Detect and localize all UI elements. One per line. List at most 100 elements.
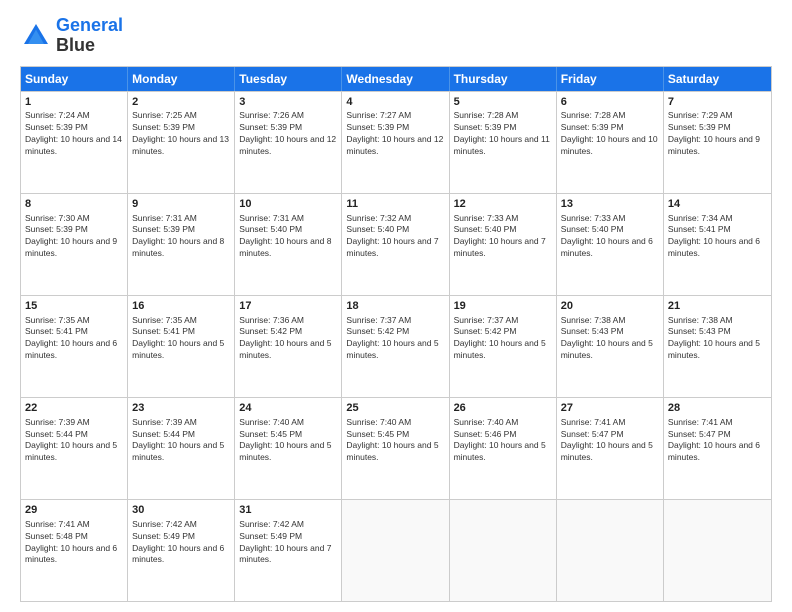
day-info: Sunrise: 7:27 AM Sunset: 5:39 PM Dayligh… bbox=[346, 110, 444, 158]
sunset-label: Sunset: 5:41 PM bbox=[25, 326, 88, 336]
sunset-label: Sunset: 5:49 PM bbox=[132, 531, 195, 541]
daylight-label: Daylight: 10 hours and 6 minutes. bbox=[668, 236, 760, 258]
day-number: 11 bbox=[346, 197, 444, 212]
calendar-cell: 19 Sunrise: 7:37 AM Sunset: 5:42 PM Dayl… bbox=[450, 296, 557, 397]
sunrise-label: Sunrise: 7:39 AM bbox=[25, 417, 90, 427]
sunset-label: Sunset: 5:39 PM bbox=[25, 224, 88, 234]
day-info: Sunrise: 7:39 AM Sunset: 5:44 PM Dayligh… bbox=[25, 417, 123, 465]
calendar-cell: 10 Sunrise: 7:31 AM Sunset: 5:40 PM Dayl… bbox=[235, 194, 342, 295]
day-info: Sunrise: 7:31 AM Sunset: 5:39 PM Dayligh… bbox=[132, 213, 230, 261]
day-number: 4 bbox=[346, 95, 444, 110]
daylight-label: Daylight: 10 hours and 5 minutes. bbox=[25, 440, 117, 462]
daylight-label: Daylight: 10 hours and 5 minutes. bbox=[239, 440, 331, 462]
sunset-label: Sunset: 5:39 PM bbox=[454, 122, 517, 132]
daylight-label: Daylight: 10 hours and 11 minutes. bbox=[454, 134, 550, 156]
day-info: Sunrise: 7:42 AM Sunset: 5:49 PM Dayligh… bbox=[132, 519, 230, 567]
sunset-label: Sunset: 5:39 PM bbox=[239, 122, 302, 132]
calendar-cell: 31 Sunrise: 7:42 AM Sunset: 5:49 PM Dayl… bbox=[235, 500, 342, 601]
calendar-cell: 30 Sunrise: 7:42 AM Sunset: 5:49 PM Dayl… bbox=[128, 500, 235, 601]
sunset-label: Sunset: 5:45 PM bbox=[239, 429, 302, 439]
day-number: 10 bbox=[239, 197, 337, 212]
day-number: 27 bbox=[561, 401, 659, 416]
sunset-label: Sunset: 5:39 PM bbox=[25, 122, 88, 132]
calendar-cell: 18 Sunrise: 7:37 AM Sunset: 5:42 PM Dayl… bbox=[342, 296, 449, 397]
sunrise-label: Sunrise: 7:35 AM bbox=[132, 315, 197, 325]
day-info: Sunrise: 7:26 AM Sunset: 5:39 PM Dayligh… bbox=[239, 110, 337, 158]
calendar-week-row: 1 Sunrise: 7:24 AM Sunset: 5:39 PM Dayli… bbox=[21, 91, 771, 193]
calendar-week-row: 22 Sunrise: 7:39 AM Sunset: 5:44 PM Dayl… bbox=[21, 397, 771, 499]
sunset-label: Sunset: 5:41 PM bbox=[132, 326, 195, 336]
day-number: 17 bbox=[239, 299, 337, 314]
day-info: Sunrise: 7:40 AM Sunset: 5:45 PM Dayligh… bbox=[239, 417, 337, 465]
sunrise-label: Sunrise: 7:31 AM bbox=[132, 213, 197, 223]
day-info: Sunrise: 7:34 AM Sunset: 5:41 PM Dayligh… bbox=[668, 213, 767, 261]
day-number: 24 bbox=[239, 401, 337, 416]
calendar-cell: 29 Sunrise: 7:41 AM Sunset: 5:48 PM Dayl… bbox=[21, 500, 128, 601]
daylight-label: Daylight: 10 hours and 5 minutes. bbox=[668, 338, 760, 360]
calendar-cell: 7 Sunrise: 7:29 AM Sunset: 5:39 PM Dayli… bbox=[664, 92, 771, 193]
weekday-header: Monday bbox=[128, 67, 235, 91]
day-number: 31 bbox=[239, 503, 337, 518]
daylight-label: Daylight: 10 hours and 6 minutes. bbox=[561, 236, 653, 258]
sunrise-label: Sunrise: 7:33 AM bbox=[454, 213, 519, 223]
sunset-label: Sunset: 5:39 PM bbox=[132, 122, 195, 132]
calendar-cell-empty bbox=[342, 500, 449, 601]
daylight-label: Daylight: 10 hours and 8 minutes. bbox=[239, 236, 331, 258]
daylight-label: Daylight: 10 hours and 7 minutes. bbox=[239, 543, 331, 565]
day-info: Sunrise: 7:35 AM Sunset: 5:41 PM Dayligh… bbox=[25, 315, 123, 363]
day-number: 23 bbox=[132, 401, 230, 416]
day-number: 26 bbox=[454, 401, 552, 416]
sunrise-label: Sunrise: 7:40 AM bbox=[346, 417, 411, 427]
calendar: SundayMondayTuesdayWednesdayThursdayFrid… bbox=[20, 66, 772, 602]
header: General Blue bbox=[20, 16, 772, 56]
calendar-cell: 16 Sunrise: 7:35 AM Sunset: 5:41 PM Dayl… bbox=[128, 296, 235, 397]
day-info: Sunrise: 7:37 AM Sunset: 5:42 PM Dayligh… bbox=[346, 315, 444, 363]
calendar-cell: 26 Sunrise: 7:40 AM Sunset: 5:46 PM Dayl… bbox=[450, 398, 557, 499]
day-info: Sunrise: 7:37 AM Sunset: 5:42 PM Dayligh… bbox=[454, 315, 552, 363]
sunrise-label: Sunrise: 7:25 AM bbox=[132, 110, 197, 120]
daylight-label: Daylight: 10 hours and 12 minutes. bbox=[239, 134, 336, 156]
sunset-label: Sunset: 5:39 PM bbox=[132, 224, 195, 234]
day-number: 7 bbox=[668, 95, 767, 110]
day-info: Sunrise: 7:36 AM Sunset: 5:42 PM Dayligh… bbox=[239, 315, 337, 363]
daylight-label: Daylight: 10 hours and 9 minutes. bbox=[668, 134, 760, 156]
weekday-header: Wednesday bbox=[342, 67, 449, 91]
calendar-cell-empty bbox=[557, 500, 664, 601]
sunrise-label: Sunrise: 7:36 AM bbox=[239, 315, 304, 325]
sunrise-label: Sunrise: 7:32 AM bbox=[346, 213, 411, 223]
calendar-cell: 22 Sunrise: 7:39 AM Sunset: 5:44 PM Dayl… bbox=[21, 398, 128, 499]
day-number: 6 bbox=[561, 95, 659, 110]
sunrise-label: Sunrise: 7:34 AM bbox=[668, 213, 733, 223]
day-number: 1 bbox=[25, 95, 123, 110]
sunrise-label: Sunrise: 7:33 AM bbox=[561, 213, 626, 223]
calendar-cell: 28 Sunrise: 7:41 AM Sunset: 5:47 PM Dayl… bbox=[664, 398, 771, 499]
sunset-label: Sunset: 5:45 PM bbox=[346, 429, 409, 439]
daylight-label: Daylight: 10 hours and 12 minutes. bbox=[346, 134, 443, 156]
calendar-cell: 15 Sunrise: 7:35 AM Sunset: 5:41 PM Dayl… bbox=[21, 296, 128, 397]
sunrise-label: Sunrise: 7:30 AM bbox=[25, 213, 90, 223]
daylight-label: Daylight: 10 hours and 5 minutes. bbox=[561, 338, 653, 360]
day-number: 22 bbox=[25, 401, 123, 416]
day-info: Sunrise: 7:30 AM Sunset: 5:39 PM Dayligh… bbox=[25, 213, 123, 261]
day-info: Sunrise: 7:31 AM Sunset: 5:40 PM Dayligh… bbox=[239, 213, 337, 261]
day-number: 16 bbox=[132, 299, 230, 314]
sunrise-label: Sunrise: 7:40 AM bbox=[239, 417, 304, 427]
calendar-week-row: 29 Sunrise: 7:41 AM Sunset: 5:48 PM Dayl… bbox=[21, 499, 771, 601]
calendar-cell: 20 Sunrise: 7:38 AM Sunset: 5:43 PM Dayl… bbox=[557, 296, 664, 397]
daylight-label: Daylight: 10 hours and 5 minutes. bbox=[346, 440, 438, 462]
calendar-cell-empty bbox=[450, 500, 557, 601]
logo: General Blue bbox=[20, 16, 123, 56]
daylight-label: Daylight: 10 hours and 5 minutes. bbox=[346, 338, 438, 360]
calendar-cell: 13 Sunrise: 7:33 AM Sunset: 5:40 PM Dayl… bbox=[557, 194, 664, 295]
daylight-label: Daylight: 10 hours and 6 minutes. bbox=[132, 543, 224, 565]
day-info: Sunrise: 7:28 AM Sunset: 5:39 PM Dayligh… bbox=[454, 110, 552, 158]
sunrise-label: Sunrise: 7:42 AM bbox=[239, 519, 304, 529]
weekday-header: Saturday bbox=[664, 67, 771, 91]
sunrise-label: Sunrise: 7:24 AM bbox=[25, 110, 90, 120]
day-info: Sunrise: 7:42 AM Sunset: 5:49 PM Dayligh… bbox=[239, 519, 337, 567]
sunrise-label: Sunrise: 7:37 AM bbox=[454, 315, 519, 325]
sunrise-label: Sunrise: 7:31 AM bbox=[239, 213, 304, 223]
sunset-label: Sunset: 5:42 PM bbox=[454, 326, 517, 336]
calendar-cell: 11 Sunrise: 7:32 AM Sunset: 5:40 PM Dayl… bbox=[342, 194, 449, 295]
day-number: 3 bbox=[239, 95, 337, 110]
